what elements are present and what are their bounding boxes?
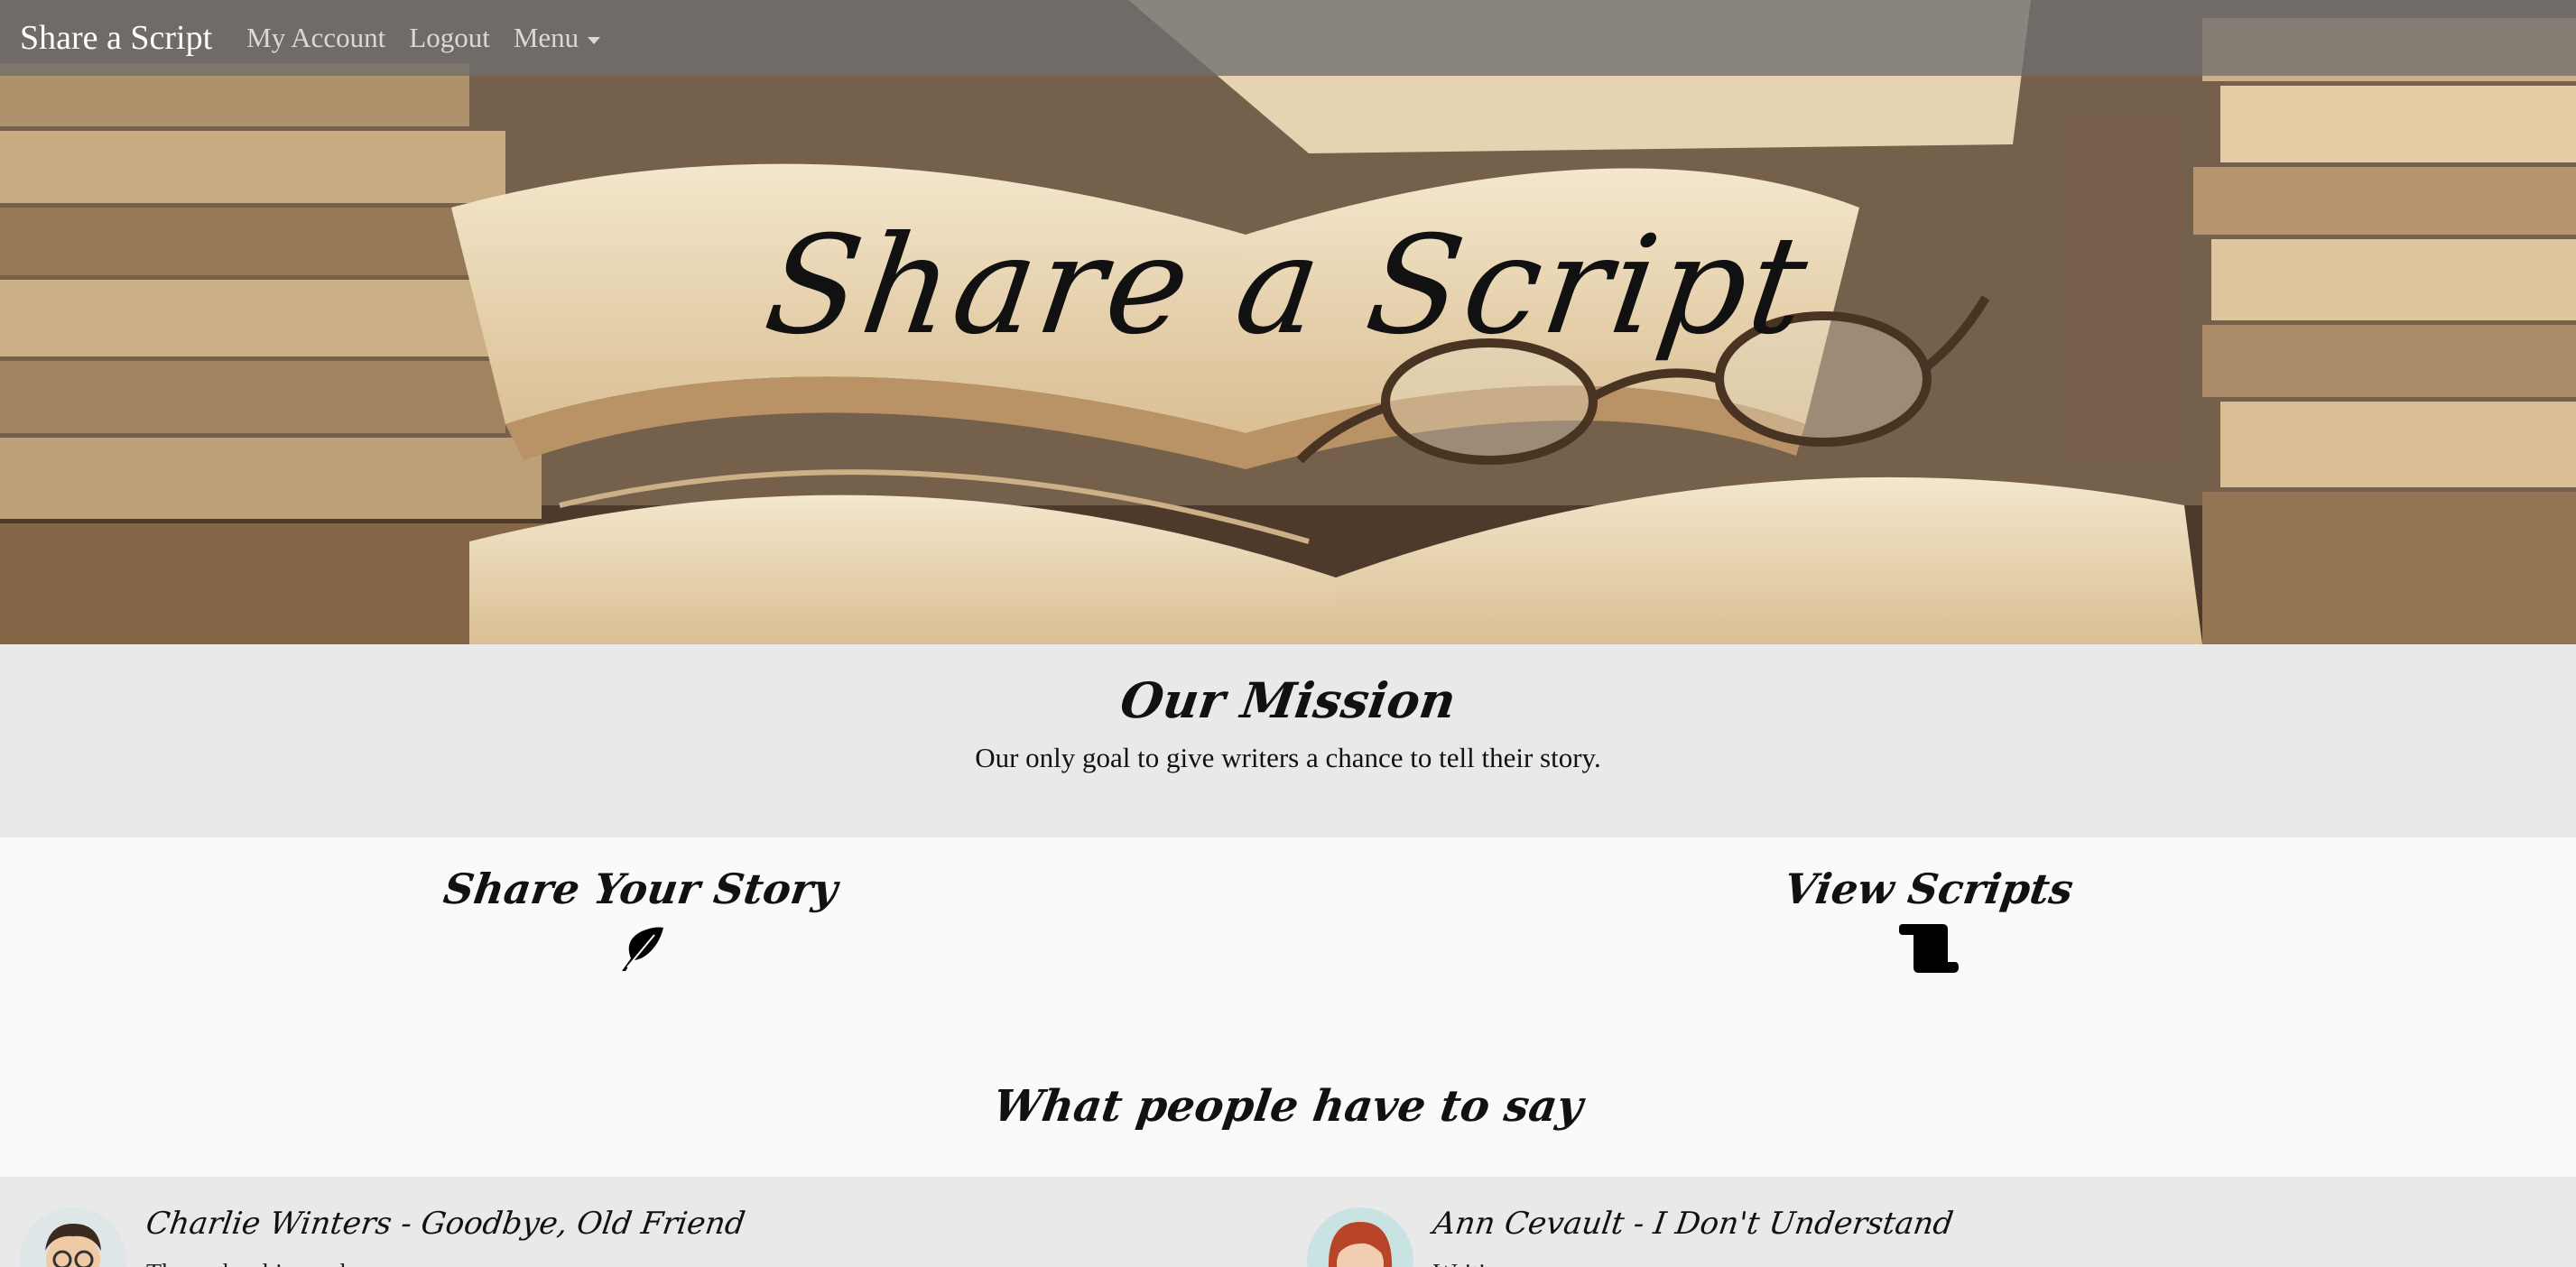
testimonials-heading-wrap: What people have to say xyxy=(0,1081,2576,1132)
top-navbar: Share a Script My Account Logout Menu xyxy=(0,0,2576,76)
view-scripts-link[interactable]: View Scripts xyxy=(1658,865,2200,979)
feather-icon xyxy=(370,922,912,979)
navbar-brand[interactable]: Share a Script xyxy=(20,18,212,58)
mission-text: Our only goal to give writers a chance t… xyxy=(975,742,1601,773)
nav-menu-dropdown[interactable]: Menu xyxy=(513,22,601,54)
mission-section: Our Mission Our only goal to give writer… xyxy=(0,644,2576,837)
testimonial-card: Charlie Winters - Goodbye, Old Friend Th… xyxy=(20,1177,1283,1267)
scroll-icon xyxy=(1658,922,2200,979)
hero-title: Share a Script xyxy=(756,208,1820,365)
hero-banner: Share a Script xyxy=(0,0,2576,644)
caret-down-icon xyxy=(588,36,601,44)
share-your-story-heading: Share Your Story xyxy=(440,865,841,913)
nav-menu-label: Menu xyxy=(513,22,579,53)
avatar-redhead-woman-icon xyxy=(1307,1207,1413,1267)
testimonial-body: The author biography ... xyxy=(146,1260,391,1267)
testimonials-section: Charlie Winters - Goodbye, Old Friend Th… xyxy=(0,1177,2576,1267)
features-section: Share Your Story View Scripts What peopl… xyxy=(0,837,2576,1177)
testimonials-heading: What people have to say xyxy=(990,1081,1586,1132)
nav-link-my-account[interactable]: My Account xyxy=(246,22,385,54)
mission-heading: Our Mission xyxy=(1117,671,1459,729)
view-scripts-heading: View Scripts xyxy=(1781,865,2077,913)
testimonial-title: Charlie Winters - Goodbye, Old Friend xyxy=(144,1206,748,1242)
share-your-story-link[interactable]: Share Your Story xyxy=(370,865,912,979)
testimonial-card: Ann Cevault - I Don't Understand Writing… xyxy=(1307,1177,2571,1267)
testimonial-title: Ann Cevault - I Don't Understand xyxy=(1431,1206,1956,1242)
nav-link-logout[interactable]: Logout xyxy=(409,22,490,54)
testimonial-body: Writing ... xyxy=(1433,1260,1536,1267)
avatar-man-glasses-icon xyxy=(20,1207,126,1267)
